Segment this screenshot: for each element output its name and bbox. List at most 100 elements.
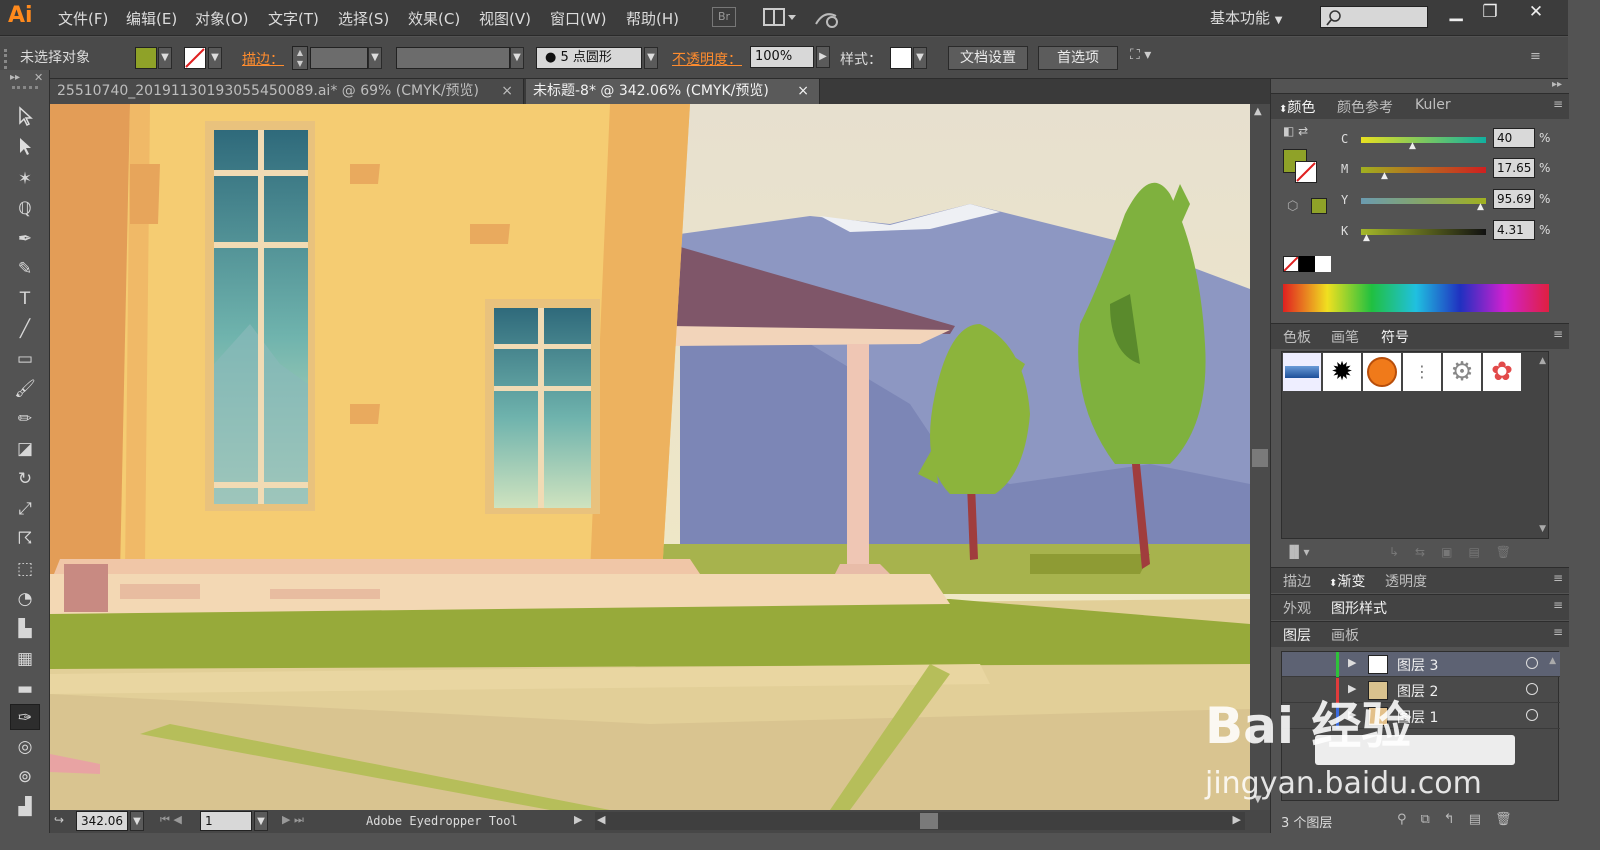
scroll-up-icon[interactable]: ▲ (1549, 656, 1556, 666)
type-tool-icon[interactable]: T (10, 286, 40, 312)
scroll-thumb[interactable] (1252, 449, 1268, 467)
document-tab-1[interactable]: 25510740_20191130193055450089.ai* @ 69% … (50, 79, 524, 104)
tab-layers[interactable]: 图层 (1283, 625, 1311, 645)
profile-dropdown[interactable]: ▼ (510, 47, 524, 69)
symbol-ring[interactable]: ⚙ (1443, 353, 1481, 391)
magenta-slider[interactable] (1361, 167, 1486, 173)
cyan-value[interactable]: 40 (1493, 128, 1535, 148)
eyedropper-tool-icon[interactable]: ✑ (10, 704, 40, 730)
gamut-swatch[interactable] (1311, 198, 1327, 214)
stroke-dropdown[interactable]: ▼ (208, 47, 222, 69)
tab-color[interactable]: ⬍颜色 (1279, 97, 1315, 117)
scroll-down-icon[interactable]: ▼ (1539, 524, 1546, 534)
last-artboard-icon[interactable]: ▶ ⏭ (282, 813, 304, 827)
fill-dropdown[interactable]: ▼ (158, 47, 172, 69)
artboard-canvas[interactable] (50, 104, 1250, 810)
symbol-ink-splash[interactable]: ✹ (1323, 353, 1361, 391)
panel-menu-icon[interactable]: ≡ (1553, 598, 1563, 612)
rectangle-tool-icon[interactable]: ▭ (10, 346, 40, 372)
pen-tool-icon[interactable]: ✒ (10, 226, 40, 252)
stroke-weight-stepper[interactable]: ▲ ▼ (292, 46, 308, 70)
symbol-dashed-marks[interactable]: ⋮ (1403, 353, 1441, 391)
column-graph-tool-icon[interactable]: ▟ (10, 794, 40, 820)
pencil-tool-icon[interactable]: ✏ (10, 406, 40, 432)
symbol-flower[interactable]: ✿ (1483, 353, 1521, 391)
close-icon[interactable]: ✕ (34, 71, 43, 84)
stroke-weight-input[interactable] (310, 47, 368, 69)
menu-window[interactable]: 窗口(W) (550, 8, 607, 29)
brush-dropdown[interactable]: ▼ (644, 47, 658, 69)
variable-width-profile[interactable] (396, 47, 510, 69)
scroll-down-icon[interactable]: ▼ (1254, 794, 1262, 805)
gradient-tool-icon[interactable]: ▬ (10, 676, 40, 702)
black-swatch[interactable] (1299, 256, 1315, 272)
blend-tool-icon[interactable]: ◎ (10, 734, 40, 760)
menu-file[interactable]: 文件(F) (58, 8, 108, 29)
stroke-weight-dropdown[interactable]: ▼ (368, 47, 382, 69)
tab-transparency[interactable]: 透明度 (1385, 571, 1427, 591)
symbol-sprayer-tool-icon[interactable]: ⊚ (10, 764, 40, 790)
fill-swatch[interactable] (135, 47, 157, 69)
isolation-mode-icon[interactable]: ⛶ ▾ (1130, 47, 1170, 69)
menu-effect[interactable]: 效果(C) (408, 8, 460, 29)
menu-type[interactable]: 文字(T) (268, 8, 319, 29)
layer-name[interactable]: 图层 3 (1397, 655, 1438, 675)
magenta-value[interactable]: 17.65 (1493, 158, 1535, 178)
graphic-style-swatch[interactable] (890, 47, 912, 69)
curvature-pen-icon[interactable]: ✎ (10, 256, 40, 282)
layer-name[interactable]: 图层 1 (1397, 707, 1438, 727)
selection-tool-icon[interactable] (10, 106, 40, 132)
restore-button[interactable]: ❐ (1474, 0, 1506, 26)
yellow-slider-thumb[interactable]: ▲ (1477, 202, 1484, 212)
target-icon[interactable] (1526, 657, 1538, 669)
tab-kuler[interactable]: Kuler (1415, 97, 1451, 113)
panel-menu-icon[interactable]: ≡ (1553, 571, 1563, 585)
yellow-slider[interactable] (1361, 198, 1486, 204)
free-transform-tool-icon[interactable]: ⬚ (10, 556, 40, 582)
tab-stroke[interactable]: 描边 (1283, 571, 1311, 591)
horizontal-scrollbar[interactable]: ◀ ▶ (595, 812, 1245, 830)
vertical-scrollbar[interactable]: ▲ ▼ (1250, 104, 1270, 810)
panel-menu-icon[interactable]: ≡ (1530, 49, 1541, 64)
panel-menu-icon[interactable]: ≡ (1553, 327, 1563, 341)
rotate-tool-icon[interactable]: ↻ (10, 466, 40, 492)
direct-selection-tool-icon[interactable] (10, 136, 40, 162)
document-tab-2[interactable]: 未标题-8* @ 342.06% (CMYK/预览) × (526, 79, 820, 104)
stroke-label[interactable]: 描边： (242, 49, 284, 69)
panel-menu-icon[interactable]: ≡ (1553, 97, 1563, 111)
expand-arrow-icon[interactable]: ▶ (1348, 656, 1356, 669)
cyan-slider[interactable] (1361, 137, 1486, 143)
lasso-tool-icon[interactable]: ℚ (10, 196, 40, 222)
black-slider[interactable] (1361, 229, 1486, 235)
minimize-button[interactable]: ▁ (1440, 0, 1472, 26)
warp-tool-icon[interactable]: ☈ (10, 526, 40, 552)
symbol-blue-banner[interactable] (1283, 353, 1321, 391)
close-window-button[interactable]: ✕ (1520, 0, 1552, 26)
layer-row[interactable]: ▶ 图层 3 (1282, 652, 1560, 677)
black-value[interactable]: 4.31 (1493, 220, 1535, 240)
close-tab-icon[interactable]: × (501, 79, 513, 104)
brush-definition[interactable]: ● 5 点圆形 (536, 47, 642, 69)
magic-wand-tool-icon[interactable]: ✶ (10, 166, 40, 192)
status-menu-arrow[interactable]: ▶ (574, 813, 582, 826)
scroll-left-icon[interactable]: ◀ (597, 813, 605, 826)
layer-row[interactable]: ▶ 图层 1 (1282, 704, 1560, 729)
tab-symbols[interactable]: 符号 (1381, 327, 1409, 347)
artboard-number-input[interactable]: 1 (200, 811, 252, 831)
tab-swatches[interactable]: 色板 (1283, 327, 1311, 347)
black-slider-thumb[interactable]: ▲ (1363, 233, 1370, 243)
opacity-label[interactable]: 不透明度： (672, 49, 742, 69)
rotate-view-icon[interactable]: ↪ (54, 813, 64, 827)
menu-select[interactable]: 选择(S) (338, 8, 389, 29)
search-input[interactable] (1320, 6, 1428, 28)
target-icon[interactable] (1526, 683, 1538, 695)
document-setup-button[interactable]: 文档设置 (948, 46, 1028, 70)
zoom-dropdown[interactable]: ▼ (130, 811, 144, 831)
white-swatch[interactable] (1315, 256, 1331, 272)
paintbrush-tool-icon[interactable]: 🖌 (10, 376, 40, 402)
out-of-gamut-icon[interactable]: ⬡ (1287, 199, 1298, 214)
expand-arrow-icon[interactable]: ▶ (1348, 708, 1356, 721)
scroll-right-icon[interactable]: ▶ (1233, 813, 1241, 826)
menu-object[interactable]: 对象(O) (195, 8, 249, 29)
none-swatch[interactable] (1283, 256, 1299, 272)
